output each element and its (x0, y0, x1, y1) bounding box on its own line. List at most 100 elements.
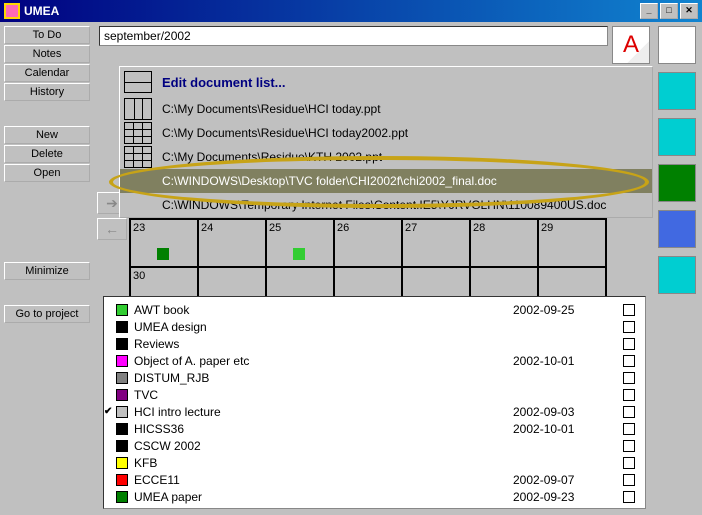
right-tool-icon[interactable] (658, 210, 696, 248)
calendar-cell[interactable]: 27 (402, 219, 470, 267)
sidebar-notes-button[interactable]: Notes (4, 45, 90, 63)
task-checkbox[interactable] (623, 491, 635, 503)
document-list-menu: Edit document list... C:\My Documents\Re… (119, 66, 653, 218)
nav-back-icon[interactable]: ← (97, 218, 127, 240)
task-row[interactable]: ECCE112002-09-07 (116, 471, 645, 488)
task-date: 2002-09-03 (513, 405, 603, 419)
task-row[interactable]: UMEA design (116, 318, 645, 335)
doclist-item[interactable]: C:\My Documents\Residue\KTH 2002.ppt (120, 145, 652, 169)
doclist-item[interactable]: C:\My Documents\Residue\HCI today.ppt (120, 97, 652, 121)
sidebar-calendar-button[interactable]: Calendar (4, 64, 90, 82)
sidebar-minimize-button[interactable]: Minimize (4, 262, 90, 280)
sidebar-history-button[interactable]: History (4, 83, 90, 101)
close-button[interactable] (680, 3, 698, 19)
task-color-swatch (116, 406, 128, 418)
task-name: KFB (134, 456, 513, 470)
task-name: Object of A. paper etc (134, 354, 513, 368)
task-row[interactable]: KFB (116, 454, 645, 471)
task-row[interactable]: ✔HCI intro lecture2002-09-03 (116, 403, 645, 420)
task-color-swatch (116, 491, 128, 503)
calendar-cell[interactable]: 28 (470, 219, 538, 267)
task-date: 2002-09-25 (513, 303, 603, 317)
doclist-item-path: C:\My Documents\Residue\KTH 2002.ppt (162, 150, 382, 164)
task-row[interactable]: Object of A. paper etc2002-10-01 (116, 352, 645, 369)
task-checkbox[interactable] (623, 474, 635, 486)
task-color-swatch (116, 355, 128, 367)
task-row[interactable]: CSCW 2002 (116, 437, 645, 454)
right-tool-icon[interactable] (658, 118, 696, 156)
task-name: UMEA design (134, 320, 513, 334)
task-list: AWT book2002-09-25UMEA designReviewsObje… (103, 296, 646, 509)
task-color-swatch (116, 474, 128, 486)
task-row[interactable]: UMEA paper2002-09-23 (116, 488, 645, 505)
calendar-cell[interactable]: 24 (198, 219, 266, 267)
task-row[interactable]: TVC (116, 386, 645, 403)
task-color-swatch (116, 372, 128, 384)
grid-view-icon (124, 98, 152, 120)
grid-view-icon (124, 122, 152, 144)
task-checkbox[interactable] (623, 338, 635, 350)
task-checkbox[interactable] (623, 372, 635, 384)
sidebar-go-to-project-button[interactable]: Go to project (4, 305, 90, 323)
task-checkbox[interactable] (623, 304, 635, 316)
calendar-cell[interactable]: 26 (334, 219, 402, 267)
doclist-item[interactable]: C:\My Documents\Residue\HCI today2002.pp… (120, 121, 652, 145)
task-name: ECCE11 (134, 473, 513, 487)
task-date: 2002-10-01 (513, 354, 603, 368)
grid-view-icon (124, 146, 152, 168)
calendar-cell[interactable]: 29 (538, 219, 606, 267)
task-checkbox[interactable] (623, 423, 635, 435)
sidebar-to-do-button[interactable]: To Do (4, 26, 90, 44)
sidebar-new-button[interactable]: New (4, 126, 90, 144)
minimize-button[interactable] (640, 3, 658, 19)
task-row[interactable]: Reviews (116, 335, 645, 352)
task-checkbox[interactable] (623, 389, 635, 401)
maximize-button[interactable] (660, 3, 678, 19)
right-tool-icon[interactable] (658, 26, 696, 64)
doclist-header-label[interactable]: Edit document list... (162, 75, 286, 90)
calendar-marker (293, 248, 305, 260)
view-rows-icon[interactable] (124, 71, 152, 93)
task-checkbox[interactable] (623, 406, 635, 418)
task-name: HICSS36 (134, 422, 513, 436)
right-tool-icon[interactable] (658, 164, 696, 202)
doclist-item[interactable]: C:\WINDOWS\Temporary Internet Files\Cont… (120, 193, 652, 217)
task-color-swatch (116, 389, 128, 401)
sidebar-delete-button[interactable]: Delete (4, 145, 90, 163)
doclist-item-path: C:\WINDOWS\Temporary Internet Files\Cont… (162, 198, 606, 212)
task-checkbox[interactable] (623, 321, 635, 333)
title-bar: UMEA (0, 0, 702, 22)
task-date: 2002-10-01 (513, 422, 603, 436)
calendar-marker (157, 248, 169, 260)
task-date: 2002-09-07 (513, 473, 603, 487)
task-name: TVC (134, 388, 513, 402)
task-row[interactable]: HICSS362002-10-01 (116, 420, 645, 437)
doc-type-icon[interactable]: A (612, 26, 650, 64)
task-name: AWT book (134, 303, 513, 317)
task-checkbox[interactable] (623, 440, 635, 452)
doclist-item-path: C:\WINDOWS\Desktop\TVC folder\CHI2002f\c… (162, 174, 497, 188)
task-checkbox[interactable] (623, 355, 635, 367)
task-date: 2002-09-23 (513, 490, 603, 504)
task-name: DISTUM_RJB (134, 371, 513, 385)
task-row[interactable]: DISTUM_RJB (116, 369, 645, 386)
task-name: UMEA paper (134, 490, 513, 504)
right-tool-icon[interactable] (658, 256, 696, 294)
doclist-item-path: C:\My Documents\Residue\HCI today.ppt (162, 102, 381, 116)
app-icon (4, 3, 20, 19)
task-color-swatch (116, 304, 128, 316)
sidebar-open-button[interactable]: Open (4, 164, 90, 182)
right-tool-icon[interactable] (658, 72, 696, 110)
task-color-swatch (116, 338, 128, 350)
doclist-item[interactable]: C:\WINDOWS\Desktop\TVC folder\CHI2002f\c… (120, 169, 652, 193)
calendar-cell[interactable]: 25 (266, 219, 334, 267)
task-checkbox[interactable] (623, 457, 635, 469)
main-area: A Edit document list... C:\My Documents\… (95, 22, 654, 515)
task-color-swatch (116, 321, 128, 333)
calendar-cell[interactable]: 23 (130, 219, 198, 267)
path-input[interactable] (99, 26, 608, 46)
task-row[interactable]: AWT book2002-09-25 (116, 301, 645, 318)
task-name: CSCW 2002 (134, 439, 513, 453)
task-color-swatch (116, 423, 128, 435)
task-check-icon: ✔ (104, 406, 116, 417)
